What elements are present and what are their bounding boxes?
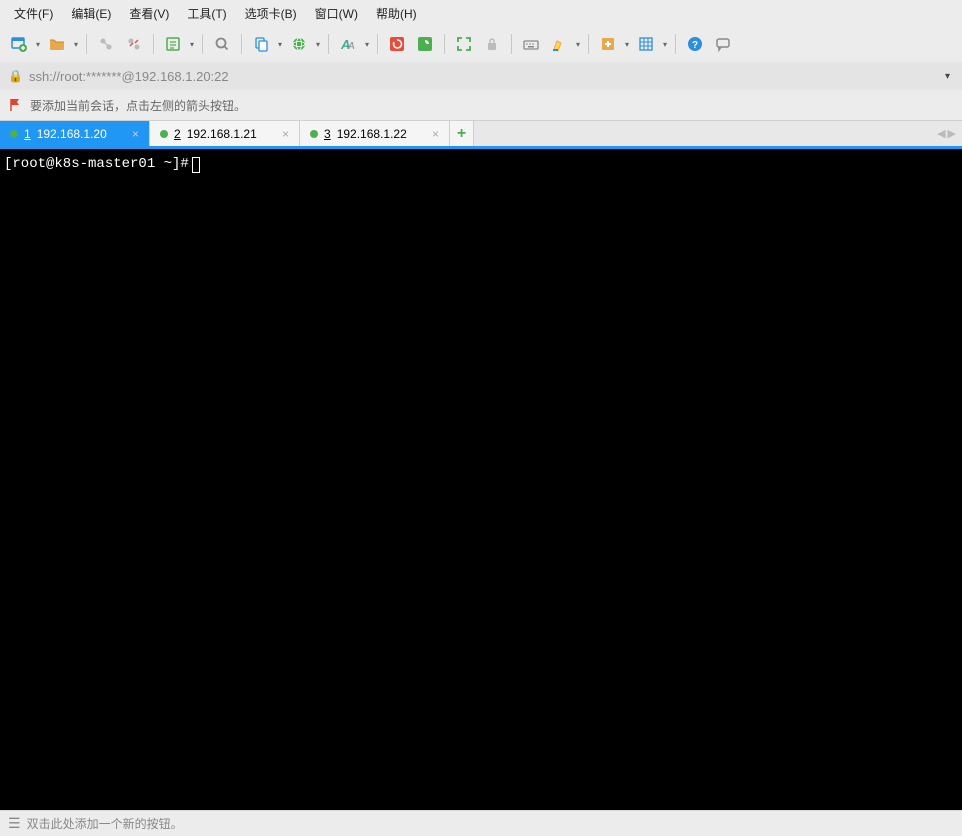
help-icon[interactable]: ? [682,31,708,57]
status-hint[interactable]: 双击此处添加一个新的按钮。 [27,815,183,832]
tab-prev-icon[interactable]: ◀ [937,127,945,140]
highlight-icon[interactable] [546,31,572,57]
new-session-icon[interactable] [6,31,32,57]
hintbar: 要添加当前会话，点击左侧的箭头按钮。 [0,90,962,120]
add-box-dropdown[interactable]: ▾ [623,40,631,49]
copy-dropdown[interactable]: ▾ [276,40,284,49]
separator [511,34,512,54]
separator [241,34,242,54]
addressbar: 🔒 ssh://root:*******@192.168.1.20:22 ▾ [0,62,962,90]
hint-text: 要添加当前会话，点击左侧的箭头按钮。 [30,97,246,114]
add-tab-button[interactable]: + [450,121,474,146]
status-dot-icon [160,130,168,138]
tab-next-icon[interactable]: ▶ [948,127,956,140]
swirl-red-icon[interactable] [384,31,410,57]
prompt-text: [root@k8s-master01 ~]# [4,155,189,175]
menubar: 文件(F) 编辑(E) 查看(V) 工具(T) 选项卡(B) 窗口(W) 帮助(… [0,0,962,26]
tab-number: 1 [24,127,31,141]
separator [202,34,203,54]
globe-dropdown[interactable]: ▾ [314,40,322,49]
lock-icon[interactable] [479,31,505,57]
tab-label: 192.168.1.22 [337,127,426,141]
status-dot-icon [10,130,18,138]
grid-dropdown[interactable]: ▾ [661,40,669,49]
address-dropdown[interactable]: ▾ [941,71,954,82]
open-folder-icon[interactable] [44,31,70,57]
globe-icon[interactable] [286,31,312,57]
copy-icon[interactable] [248,31,274,57]
prompt-line: [root@k8s-master01 ~]# [4,155,958,175]
flag-icon[interactable] [8,97,24,113]
menu-view[interactable]: 查看(V) [123,2,175,25]
lock-icon: 🔒 [8,69,23,83]
tab-container: 1 192.168.1.20 × 2 192.168.1.21 × 3 192.… [0,121,931,146]
separator [86,34,87,54]
terminal[interactable]: [root@k8s-master01 ~]# [0,146,962,810]
highlight-dropdown[interactable]: ▾ [574,40,582,49]
close-icon[interactable]: × [432,127,439,141]
tab-number: 3 [324,127,331,141]
font-dropdown[interactable]: ▾ [363,40,371,49]
address-input[interactable]: ssh://root:*******@192.168.1.20:22 [29,69,935,84]
status-dot-icon [310,130,318,138]
reconnect-icon[interactable] [93,31,119,57]
svg-text:?: ? [692,40,698,51]
keyboard-icon[interactable] [518,31,544,57]
new-session-dropdown[interactable]: ▾ [34,40,42,49]
separator [328,34,329,54]
tabbar: 1 192.168.1.20 × 2 192.168.1.21 × 3 192.… [0,120,962,146]
tab-session-2[interactable]: 2 192.168.1.21 × [150,121,300,146]
menu-edit[interactable]: 编辑(E) [65,2,117,25]
add-box-icon[interactable] [595,31,621,57]
separator [153,34,154,54]
properties-icon[interactable] [160,31,186,57]
cursor [192,157,200,173]
tab-label: 192.168.1.21 [187,127,276,141]
separator [588,34,589,54]
tab-nav: ◀ ▶ [931,121,962,146]
tab-label: 192.168.1.20 [37,127,126,141]
tab-session-3[interactable]: 3 192.168.1.22 × [300,121,450,146]
statusbar: ☰ 双击此处添加一个新的按钮。 [0,810,962,836]
separator [444,34,445,54]
close-icon[interactable]: × [282,127,289,141]
menu-window[interactable]: 窗口(W) [309,2,364,25]
separator [675,34,676,54]
menu-help[interactable]: 帮助(H) [370,2,423,25]
fullscreen-icon[interactable] [451,31,477,57]
properties-dropdown[interactable]: ▾ [188,40,196,49]
menu-tools[interactable]: 工具(T) [181,2,232,25]
leaf-icon[interactable] [412,31,438,57]
tab-session-1[interactable]: 1 192.168.1.20 × [0,121,150,146]
font-icon[interactable]: AA [335,31,361,57]
svg-text:A: A [347,41,355,52]
grid-icon[interactable] [633,31,659,57]
chat-icon[interactable] [710,31,736,57]
close-icon[interactable]: × [132,127,139,141]
menu-options[interactable]: 选项卡(B) [239,2,303,25]
menu-file[interactable]: 文件(F) [8,2,59,25]
open-dropdown[interactable]: ▾ [72,40,80,49]
search-icon[interactable] [209,31,235,57]
disconnect-icon[interactable] [121,31,147,57]
separator [377,34,378,54]
hamburger-icon[interactable]: ☰ [8,815,19,832]
toolbar: ▾ ▾ ▾ ▾ ▾ AA ▾ [0,26,962,62]
tab-number: 2 [174,127,181,141]
